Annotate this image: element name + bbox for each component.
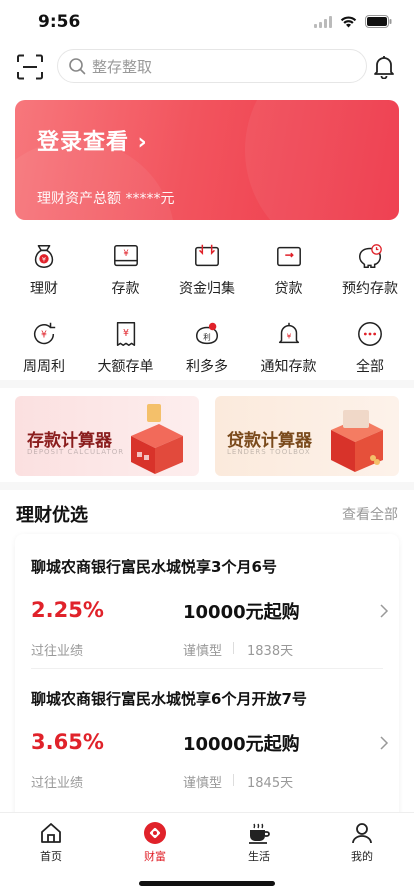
product-min-purchase: 10000元起购 <box>183 734 300 755</box>
scan-icon[interactable] <box>16 54 44 80</box>
product-name: 聊城农商银行富民水城悦享6个月开放7号 <box>31 690 307 708</box>
grid-label: 预约存款 <box>342 281 398 297</box>
grid-label: 全部 <box>356 359 384 375</box>
grid-item-fund-collect[interactable]: 资金归集 <box>167 236 247 298</box>
grid-label: 存款 <box>111 281 140 297</box>
list-item[interactable]: 聊城农商银行富民水城悦享3个月6号 2.25% 10000元起购 过往业绩 谨慎… <box>31 556 391 676</box>
loan-calculator-illustration <box>331 410 383 472</box>
battery-icon <box>365 15 392 28</box>
grid-label: 大额存单 <box>97 359 154 375</box>
grid-item-notice[interactable]: ¥ 通知存款 <box>249 314 329 376</box>
banner-subtitle: 理财资产总额 *****元 <box>37 191 175 207</box>
svg-text:¥: ¥ <box>42 256 46 264</box>
grid-label: 周周利 <box>23 359 65 375</box>
product-rate-label: 过往业绩 <box>31 644 84 659</box>
tab-label: 财富 <box>144 850 166 863</box>
product-name: 聊城农商银行富民水城悦享3个月6号 <box>31 558 277 576</box>
grid-item-deposit[interactable]: ¥ 存款 <box>86 236 166 298</box>
deposit-icon: ¥ <box>113 244 138 267</box>
tab-wealth[interactable]: 财富 <box>115 821 195 864</box>
bell-icon[interactable] <box>373 55 395 79</box>
coffee-icon <box>249 823 270 844</box>
grid-item-appointment[interactable]: 预约存款 <box>330 236 410 298</box>
grid-label: 通知存款 <box>260 359 317 375</box>
top-bar: 整存整取 <box>0 48 414 86</box>
tab-profile[interactable]: 我的 <box>322 821 402 864</box>
function-grid: ¥ 理财 ¥ 存款 资金归集 贷款 预约存款 ¥ 周周利 ¥ 大额存单 利 利多… <box>0 236 414 392</box>
appointment-deposit-icon <box>358 244 382 268</box>
tab-life[interactable]: 生活 <box>219 821 299 864</box>
login-banner[interactable]: 登录查看 › 理财资产总额 *****元 <box>15 100 399 220</box>
divider <box>31 668 383 669</box>
status-bar: 9:56 <box>0 0 414 46</box>
section-header: 理财优选 查看全部 <box>0 498 414 528</box>
search-placeholder: 整存整取 <box>92 57 153 76</box>
view-all-link[interactable]: 查看全部 <box>342 504 398 524</box>
grid-label: 理财 <box>30 281 58 297</box>
fund-collect-icon <box>195 244 219 267</box>
profile-icon <box>352 823 372 844</box>
status-time: 9:56 <box>38 12 81 32</box>
deposit-calculator-sub: DEPOSIT CALCULATOR <box>27 448 125 456</box>
list-item[interactable]: 聊城农商银行富民水城悦享6个月开放7号 3.65% 10000元起购 过往业绩 … <box>31 688 391 808</box>
section-divider <box>0 482 414 490</box>
svg-text:¥: ¥ <box>286 332 291 341</box>
loan-calculator-sub: LENDERS TOOLBOX <box>227 448 311 456</box>
banner-title[interactable]: 登录查看 › <box>37 124 148 156</box>
grid-item-large-cd[interactable]: ¥ 大额存单 <box>86 314 166 376</box>
grid-item-licai[interactable]: ¥ 理财 <box>4 236 84 298</box>
product-min-purchase: 10000元起购 <box>183 602 300 623</box>
grid-item-weekly[interactable]: ¥ 周周利 <box>4 314 84 376</box>
search-icon <box>69 58 86 75</box>
grid-item-piggy[interactable]: 利 利多多 <box>167 314 247 376</box>
product-risk: 谨慎型 <box>183 644 223 659</box>
grid-item-all[interactable]: 全部 <box>330 314 410 376</box>
status-icons <box>314 15 392 28</box>
more-icon <box>358 322 382 346</box>
deposit-box-illustration <box>131 404 183 474</box>
product-rate-label: 过往业绩 <box>31 776 84 791</box>
svg-text:¥: ¥ <box>123 248 128 258</box>
wifi-icon <box>340 15 357 27</box>
grid-item-loan[interactable]: 贷款 <box>249 236 329 298</box>
deposit-calculator-card[interactable]: 存款计算器 DEPOSIT CALCULATOR <box>15 396 199 476</box>
loan-icon <box>276 246 301 267</box>
section-divider <box>0 380 414 388</box>
chevron-right-icon <box>380 736 389 750</box>
product-rate: 2.25% <box>31 598 104 622</box>
grid-label: 资金归集 <box>179 281 235 297</box>
search-input[interactable]: 整存整取 <box>57 49 367 83</box>
home-indicator <box>139 881 275 886</box>
chevron-right-icon <box>380 604 389 618</box>
tab-label: 我的 <box>351 850 373 863</box>
tab-label: 首页 <box>40 850 62 863</box>
product-list-card: 聊城农商银行富民水城悦享3个月6号 2.25% 10000元起购 过往业绩 谨慎… <box>15 534 399 824</box>
tab-home[interactable]: 首页 <box>11 821 91 864</box>
product-term: 1845天 <box>247 776 294 791</box>
svg-text:利: 利 <box>203 332 210 342</box>
svg-text:¥: ¥ <box>41 330 47 341</box>
piggy-bank-icon: 利 <box>195 322 219 345</box>
divider <box>233 774 234 786</box>
grid-label: 贷款 <box>274 281 303 297</box>
grid-label: 利多多 <box>186 359 228 375</box>
product-rate: 3.65% <box>31 730 104 754</box>
tab-label: 生活 <box>248 850 270 863</box>
loan-calculator-card[interactable]: 贷款计算器 LENDERS TOOLBOX <box>215 396 399 476</box>
wealth-bag-icon: ¥ <box>34 244 54 268</box>
signal-icon <box>314 15 332 28</box>
wealth-icon <box>144 822 166 844</box>
home-icon <box>41 823 61 843</box>
weekly-interest-icon: ¥ <box>33 322 56 345</box>
divider <box>233 642 234 654</box>
svg-text:¥: ¥ <box>123 328 129 339</box>
product-risk: 谨慎型 <box>183 776 223 791</box>
section-title: 理财优选 <box>16 505 88 526</box>
large-cd-icon: ¥ <box>116 322 135 346</box>
product-term: 1838天 <box>247 644 294 659</box>
notice-deposit-icon: ¥ <box>278 322 299 344</box>
